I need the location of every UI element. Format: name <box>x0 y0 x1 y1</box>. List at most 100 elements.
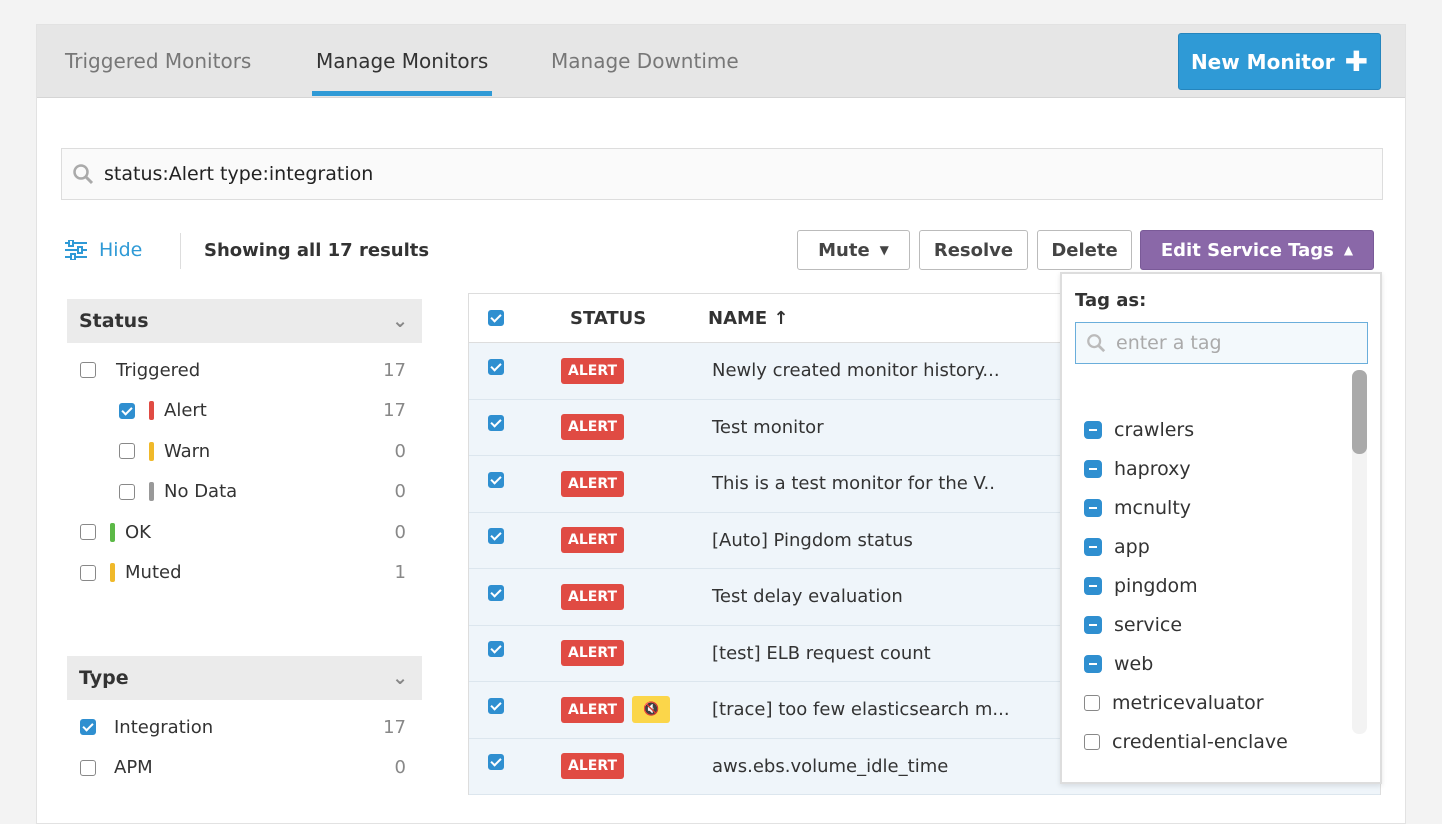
search-input[interactable]: status:Alert type:integration <box>61 148 1383 200</box>
tag-option[interactable]: app <box>1084 527 1288 566</box>
chevron-down-icon: ⌄ <box>392 310 408 332</box>
tag-input[interactable]: enter a tag <box>1075 322 1368 364</box>
status-badge: ALERT <box>561 471 624 497</box>
tag-checkbox[interactable] <box>1084 460 1102 478</box>
filter-count: 0 <box>395 481 406 502</box>
tag-checkbox[interactable] <box>1084 655 1102 673</box>
tag-checkbox[interactable] <box>1084 616 1102 634</box>
checkbox[interactable] <box>80 760 96 776</box>
filter-label: APM <box>114 757 153 778</box>
type-facet-title: Type <box>79 667 129 689</box>
type-filter-apm[interactable]: APM 0 <box>67 748 422 789</box>
tag-checkbox[interactable] <box>1084 499 1102 517</box>
row-checkbox[interactable] <box>488 415 504 431</box>
mute-button[interactable]: Mute▼ <box>797 230 910 270</box>
checkbox[interactable] <box>119 403 135 419</box>
tag-checkbox[interactable] <box>1084 538 1102 556</box>
filter-label: Alert <box>164 400 207 421</box>
row-checkbox[interactable] <box>488 359 504 375</box>
tag-checkbox[interactable] <box>1084 421 1102 439</box>
filter-label: Triggered <box>116 360 200 381</box>
filter-label: Integration <box>114 717 213 738</box>
status-badge: ALERT <box>561 527 624 553</box>
scrollbar-thumb[interactable] <box>1352 370 1367 454</box>
monitor-name-link[interactable]: This is a test monitor for the V.. <box>708 473 995 494</box>
status-badge: ALERT <box>561 358 624 384</box>
monitor-name-link[interactable]: aws.ebs.volume_idle_time <box>708 756 948 777</box>
status-filter-no-data[interactable]: No Data0 <box>67 472 422 513</box>
status-badge: ALERT <box>561 697 624 723</box>
type-facet: Type⌄ Integration17 APM 0 <box>67 656 422 788</box>
new-monitor-button[interactable]: New Monitor✚ <box>1178 33 1381 90</box>
row-checkbox[interactable] <box>488 472 504 488</box>
row-checkbox[interactable] <box>488 641 504 657</box>
status-column-header[interactable]: STATUS <box>561 308 708 329</box>
header-tabs: Triggered Monitors Manage Monitors Manag… <box>37 25 1405 98</box>
delete-button[interactable]: Delete <box>1037 230 1132 270</box>
tag-name: service <box>1114 614 1182 636</box>
results-count: Showing all 17 results <box>204 240 429 261</box>
monitor-name-link[interactable]: [trace] too few elasticsearch m... <box>708 699 1010 720</box>
tag-option[interactable]: crawlers <box>1084 410 1288 449</box>
tag-option[interactable]: credential-enclave <box>1084 722 1288 761</box>
type-filter-integration[interactable]: Integration17 <box>67 707 422 748</box>
hide-facets-button[interactable]: Hide <box>65 239 142 261</box>
status-color-bar <box>110 523 115 542</box>
row-checkbox[interactable] <box>488 754 504 770</box>
filter-count: 0 <box>395 522 406 543</box>
filter-count: 0 <box>395 757 406 778</box>
tab-triggered-monitors[interactable]: Triggered Monitors <box>65 49 251 73</box>
status-facet-header[interactable]: Status⌄ <box>67 299 422 343</box>
tag-option[interactable]: mcnulty <box>1084 488 1288 527</box>
hide-label: Hide <box>99 239 142 261</box>
tag-option[interactable]: haproxy <box>1084 449 1288 488</box>
sliders-icon <box>65 240 87 260</box>
tag-option[interactable]: metricevaluator <box>1084 683 1288 722</box>
monitor-name-link[interactable]: Test monitor <box>708 417 824 438</box>
status-color-bar <box>149 401 154 420</box>
checkbox[interactable] <box>119 443 135 459</box>
tab-manage-downtime[interactable]: Manage Downtime <box>551 49 739 73</box>
status-filter-warn[interactable]: Warn0 <box>67 431 422 472</box>
search-icon <box>72 163 94 185</box>
status-filter-triggered[interactable]: Triggered17 <box>67 350 422 391</box>
select-all-checkbox[interactable] <box>488 310 504 326</box>
checkbox[interactable] <box>80 524 96 540</box>
monitor-name-link[interactable]: [Auto] Pingdom status <box>708 530 913 551</box>
edit-tags-label: Edit Service Tags <box>1161 240 1334 261</box>
type-facet-header[interactable]: Type⌄ <box>67 656 422 700</box>
filter-count: 1 <box>395 562 406 583</box>
row-checkbox[interactable] <box>488 698 504 714</box>
status-filter-muted[interactable]: Muted 1 <box>67 553 422 594</box>
scrollbar[interactable] <box>1352 370 1367 734</box>
filter-count: 17 <box>383 400 406 421</box>
tag-checkbox[interactable] <box>1084 577 1102 595</box>
status-filter-alert[interactable]: Alert 17 <box>67 391 422 432</box>
resolve-button[interactable]: Resolve <box>919 230 1028 270</box>
tag-option[interactable]: service <box>1084 605 1288 644</box>
tag-option[interactable]: web <box>1084 644 1288 683</box>
tag-checkbox[interactable] <box>1084 695 1100 711</box>
row-checkbox[interactable] <box>488 585 504 601</box>
filter-label: OK <box>125 522 151 543</box>
row-checkbox[interactable] <box>488 528 504 544</box>
monitor-name-link[interactable]: Newly created monitor history... <box>708 360 1000 381</box>
checkbox[interactable] <box>80 362 96 378</box>
name-column-header[interactable]: NAME ↑ <box>708 308 789 329</box>
status-filter-ok[interactable]: OK 0 <box>67 512 422 553</box>
checkbox[interactable] <box>80 719 96 735</box>
active-tab-indicator <box>312 91 492 96</box>
checkbox[interactable] <box>80 565 96 581</box>
tag-checkbox[interactable] <box>1084 734 1100 750</box>
tab-manage-monitors[interactable]: Manage Monitors <box>316 49 488 73</box>
muted-speaker-icon: 🔇 <box>632 696 670 723</box>
new-monitor-label: New Monitor <box>1191 50 1335 74</box>
monitor-name-link[interactable]: Test delay evaluation <box>708 586 903 607</box>
filter-label: Muted <box>125 562 182 583</box>
checkbox[interactable] <box>119 484 135 500</box>
edit-service-tags-button[interactable]: Edit Service Tags▲ <box>1140 230 1374 270</box>
status-badge: ALERT <box>561 414 624 440</box>
monitor-name-link[interactable]: [test] ELB request count <box>708 643 931 664</box>
status-badge: ALERT <box>561 584 624 610</box>
tag-option[interactable]: pingdom <box>1084 566 1288 605</box>
